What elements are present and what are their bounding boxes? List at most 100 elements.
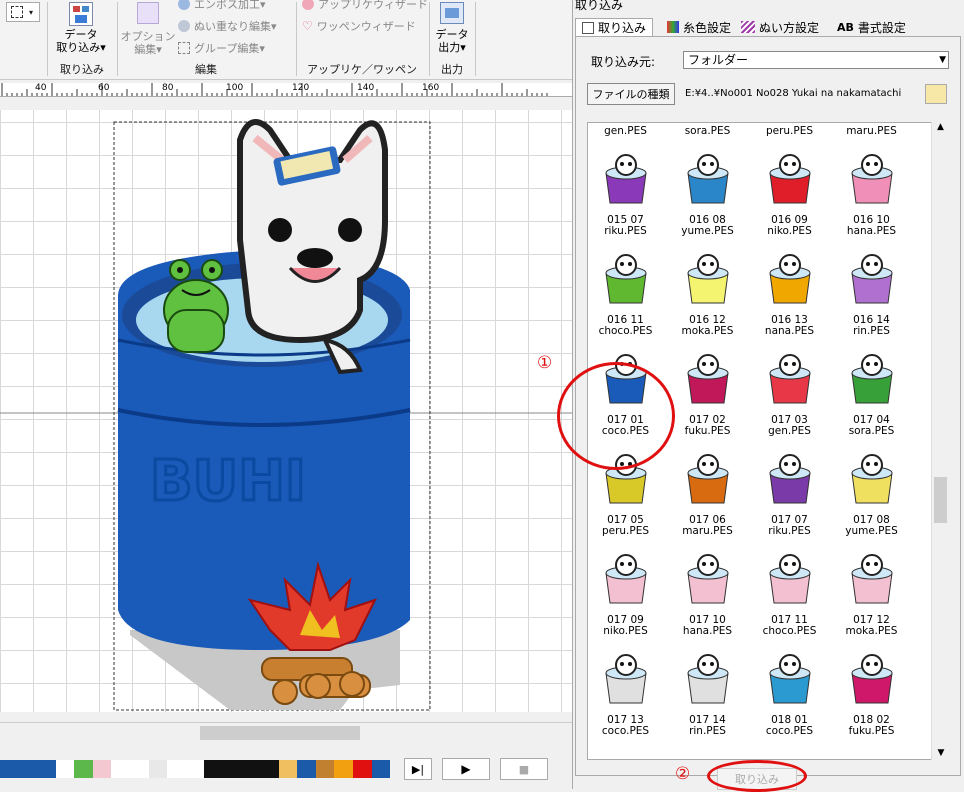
tab-font[interactable]: AB 書式設定 (831, 18, 912, 36)
group-edit-title: 編集 (195, 63, 217, 76)
tab-stitch-label: ぬい方設定 (759, 20, 820, 35)
thread-color-swatch[interactable] (55, 760, 75, 778)
thread-color-swatch[interactable] (148, 760, 168, 778)
scroll-down-icon[interactable]: ▼ (932, 748, 950, 758)
option-edit-button[interactable]: オプション 編集▾ (120, 2, 176, 56)
overlap-edit-button[interactable]: ぬい重なり編集▾ (178, 18, 277, 34)
wappen-wizard-button[interactable]: ♡ ワッペンウィザード (302, 18, 416, 34)
thread-color-swatch[interactable] (111, 760, 131, 778)
thread-color-swatch[interactable] (260, 760, 279, 778)
thumbnail-item[interactable]: 017 04 sora.PES (834, 351, 909, 437)
thread-color-swatch[interactable] (74, 760, 93, 778)
thumbnail-item[interactable]: 015 04sora.PES (670, 123, 745, 137)
thumbnail-filename: nana.PES (764, 325, 815, 337)
thumbnail-item[interactable]: 018 02 fuku.PES (834, 651, 909, 737)
thread-color-swatch[interactable] (92, 760, 112, 778)
thumbnail-filename: rin.PES (689, 725, 726, 737)
horizontal-scrollbar[interactable] (0, 722, 572, 742)
highlight-circle (557, 362, 675, 470)
design-canvas[interactable]: BUHI (0, 110, 572, 712)
thumbnail-item[interactable]: 015 05peru.PES (752, 123, 827, 137)
thumbnail-item[interactable]: 017 06 maru.PES (670, 451, 745, 537)
thread-color-swatch[interactable] (278, 760, 298, 778)
file-type-button[interactable]: ファイルの種類 (587, 83, 675, 105)
thread-color-swatch[interactable] (241, 760, 261, 778)
thumbnail-item[interactable]: 016 11 choco.PES (588, 251, 663, 337)
thread-color-swatch[interactable] (352, 760, 372, 778)
thumbnail-item[interactable]: 015 06maru.PES (834, 123, 909, 137)
thumbnail-item[interactable]: 016 09 niko.PES (752, 151, 827, 237)
thumbnail-item[interactable]: 016 12 moka.PES (670, 251, 745, 337)
thumbnail-item[interactable]: 017 03 gen.PES (752, 351, 827, 437)
thumbnail-filename: choco.PES (762, 625, 817, 637)
thumbnail-item[interactable]: 017 11 choco.PES (752, 551, 827, 637)
tab-thread-color[interactable]: 糸色設定 (661, 18, 737, 36)
applique-wizard-button[interactable]: アップリケウィザード (302, 0, 428, 12)
thread-color-swatch[interactable] (18, 760, 38, 778)
thumbnail-item[interactable]: 017 02 fuku.PES (670, 351, 745, 437)
thumbnail-item[interactable]: 016 08 yume.PES (670, 151, 745, 237)
thread-color-swatch[interactable] (297, 760, 316, 778)
thumbnail-item[interactable]: 016 13 nana.PES (752, 251, 827, 337)
thread-color-swatch[interactable] (334, 760, 353, 778)
step-end-button[interactable]: ▶| (404, 758, 432, 780)
thumbnail-item[interactable]: 016 14 rin.PES (834, 251, 909, 337)
option-icon (137, 2, 159, 24)
emboss-button[interactable]: エンボス加工▾ (178, 0, 266, 12)
source-value: フォルダー (688, 53, 749, 67)
data-import-button[interactable]: データ 取り込み▾ (50, 2, 112, 54)
font-icon: AB (837, 20, 854, 34)
source-select[interactable]: フォルダー ▼ (683, 51, 949, 69)
thumbnail-item[interactable]: 017 12 moka.PES (834, 551, 909, 637)
thread-color-swatch[interactable] (315, 760, 335, 778)
ruler-label-60: 60 (98, 83, 110, 93)
chevron-down-icon: ▼ (939, 55, 946, 65)
thumbnail-item[interactable]: 018 01 coco.PES (752, 651, 827, 737)
thumbnail-image (600, 151, 652, 209)
thread-color-swatch[interactable] (204, 760, 223, 778)
thumbnail-item[interactable]: 017 13 coco.PES (588, 651, 663, 737)
folder-path: E:¥4..¥No001 No028 Yukai na nakamatachi (685, 88, 902, 99)
data-export-button[interactable]: データ 出力▾ (432, 2, 472, 54)
tab-stitch[interactable]: ぬい方設定 (735, 18, 825, 36)
select-tool[interactable]: ▾ (6, 2, 40, 22)
group-import-label: 取り込み (60, 63, 104, 76)
scroll-thumb[interactable] (200, 726, 360, 740)
thumbnail-item[interactable]: 017 07 riku.PES (752, 451, 827, 537)
thumbnail-filename: coco.PES (601, 725, 650, 737)
thumbnail-item[interactable]: 015 03gen.PES (588, 123, 663, 137)
tab-import[interactable]: 取り込み (575, 18, 654, 36)
stop-button[interactable]: ■ (500, 758, 548, 780)
scroll-up-icon[interactable]: ▲ (932, 122, 949, 132)
ruler-label-80: 80 (162, 83, 174, 93)
play-button[interactable]: ▶ (442, 758, 490, 780)
embroidery-design[interactable]: BUHI (0, 110, 572, 712)
thread-color-swatch[interactable] (185, 760, 205, 778)
thumbnail-filename: fuku.PES (684, 425, 731, 437)
thread-color-bar[interactable] (0, 760, 391, 778)
thumbnail-filename: gen.PES (768, 425, 811, 437)
thumbnail-item[interactable]: 017 14 rin.PES (670, 651, 745, 737)
thumbnail-item[interactable]: 017 10 hana.PES (670, 551, 745, 637)
thumbnail-filename: yume.PES (845, 525, 898, 537)
thumbnail-scrollbar[interactable]: ▲ ▼ (931, 122, 949, 760)
scroll-thumb[interactable] (934, 477, 947, 523)
thread-color-swatch[interactable] (371, 760, 391, 778)
thumbnail-item[interactable]: 015 07 riku.PES (588, 151, 663, 237)
thumbnail-filename: sora.PES (848, 425, 895, 437)
thread-color-swatch[interactable] (167, 760, 186, 778)
barrel-text: BUHI (150, 449, 306, 514)
thread-color-swatch[interactable] (130, 760, 149, 778)
thread-color-swatch[interactable] (0, 760, 19, 778)
thumbnail-item[interactable]: 016 10 hana.PES (834, 151, 909, 237)
thread-color-swatch[interactable] (222, 760, 242, 778)
folder-open-icon[interactable] (925, 84, 947, 104)
thumbnail-image (682, 451, 734, 509)
thumbnail-filename: maru.PES (682, 525, 733, 537)
group-edit-button[interactable]: グループ編集▾ (178, 40, 265, 56)
thread-color-swatch[interactable] (37, 760, 56, 778)
group-edit-icon (178, 42, 190, 54)
thumbnail-item[interactable]: 017 09 niko.PES (588, 551, 663, 637)
thumbnail-image (600, 551, 652, 609)
thumbnail-item[interactable]: 017 08 yume.PES (834, 451, 909, 537)
